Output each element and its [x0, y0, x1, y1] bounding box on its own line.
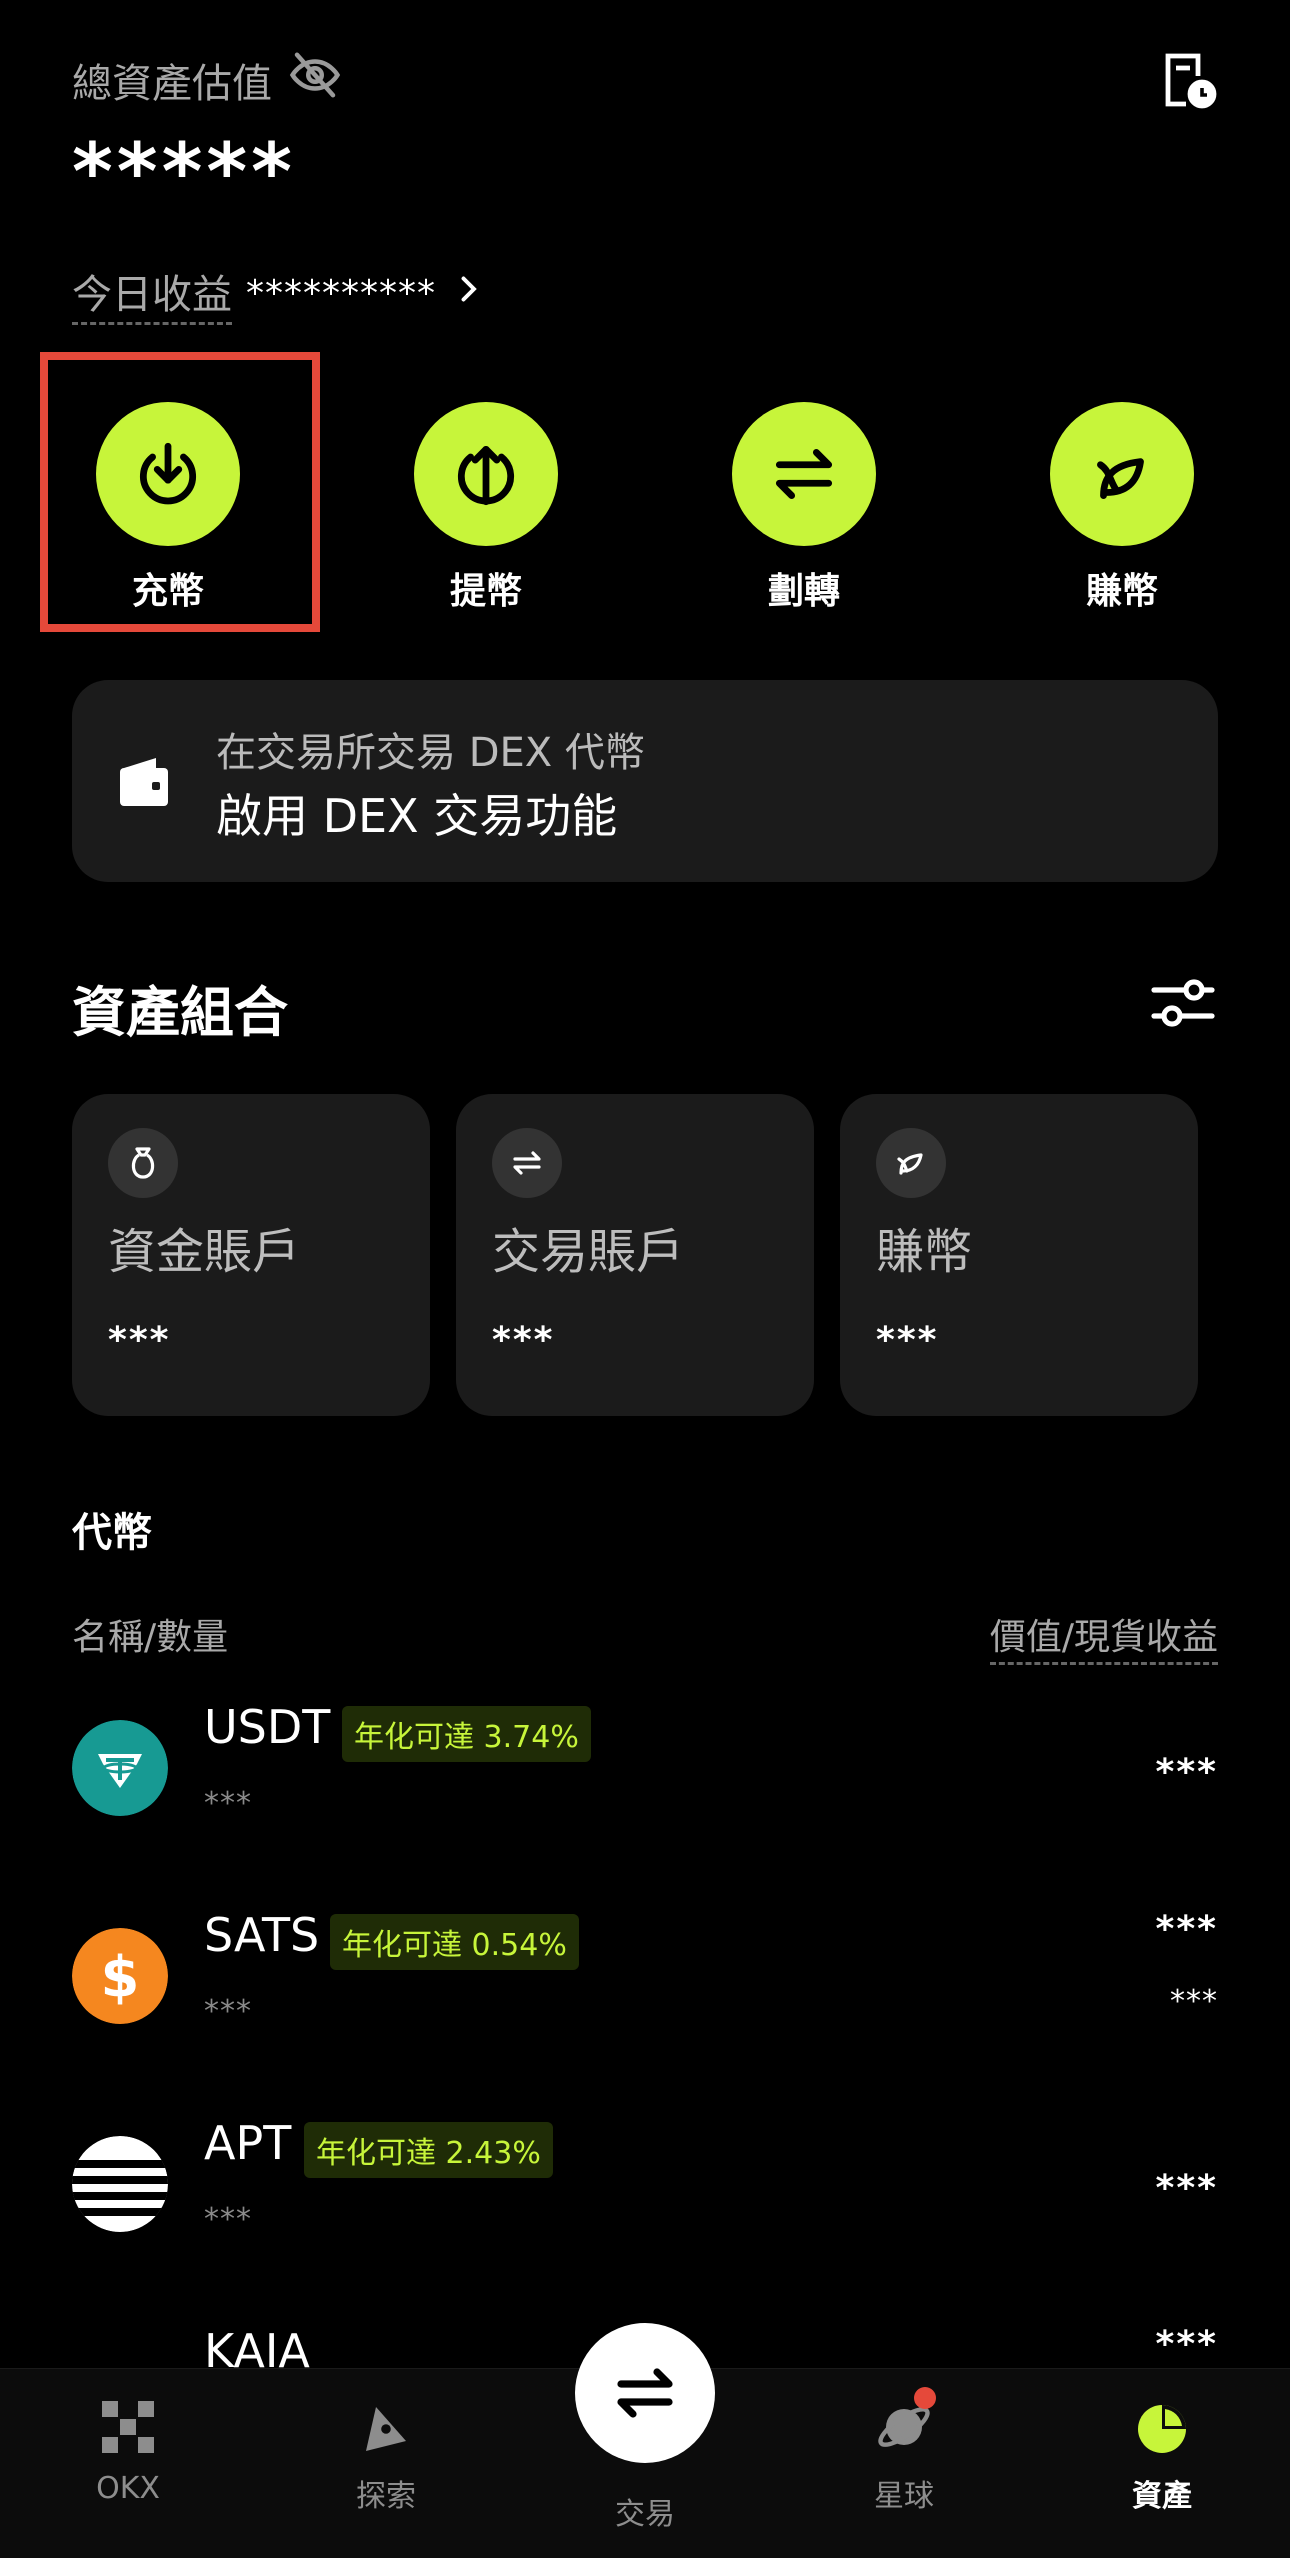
token-value: ***: [1155, 1909, 1218, 1950]
withdraw-button[interactable]: 提幣: [386, 402, 586, 614]
leaf-icon: [876, 1128, 946, 1198]
transfer-icon: [732, 402, 876, 546]
nav-label: OKX: [96, 2471, 160, 2506]
nav-explore[interactable]: 探索: [306, 2397, 466, 2515]
today-pnl-value: **********: [246, 273, 436, 314]
account-value: ***: [876, 1320, 939, 1361]
portfolio-title: 資產組合: [72, 981, 288, 1044]
token-quantity: ***: [204, 2202, 252, 2237]
wallet-icon: [116, 754, 172, 810]
earn-label: 賺幣: [1085, 571, 1158, 612]
token-value: ***: [1155, 2324, 1218, 2365]
earn-icon: [1050, 402, 1194, 546]
token-row-apt[interactable]: APT 年化可達 2.43% *** ***: [72, 2116, 1218, 2286]
account-name: 賺幣: [876, 1224, 973, 1280]
earn-button[interactable]: 賺幣: [1022, 402, 1222, 614]
token-symbol: USDT: [204, 1700, 331, 1754]
trade-swap-icon: [617, 2368, 673, 2418]
token-row-sats[interactable]: $ SATS 年化可達 0.54% *** *** ***: [72, 1908, 1218, 2078]
account-value: ***: [108, 1320, 171, 1361]
sliders-icon[interactable]: [1150, 974, 1216, 1032]
highlight-box: [40, 352, 320, 632]
nav-assets[interactable]: 資產: [1082, 2397, 1242, 2515]
dex-banner-subtitle: 在交易所交易 DEX 代幣: [216, 730, 645, 776]
token-symbol: APT: [204, 2116, 292, 2170]
nav-label: 星球: [874, 2479, 934, 2514]
pie-chart-icon: [1138, 2405, 1186, 2453]
apy-badge: 年化可達 0.54%: [330, 1914, 579, 1970]
total-assets-label: 總資產估值: [72, 61, 272, 107]
usdt-logo-icon: [72, 1720, 168, 1816]
history-icon[interactable]: [1158, 48, 1218, 112]
okx-logo-icon: [102, 2401, 154, 2453]
account-value: ***: [492, 1320, 555, 1361]
transfer-label: 劃轉: [767, 571, 840, 612]
token-symbol: KAIA: [204, 2324, 310, 2368]
apy-badge: 年化可達 3.74%: [342, 1706, 591, 1762]
token-value: ***: [1155, 2168, 1218, 2209]
account-name: 交易賬戶: [492, 1224, 685, 1280]
compass-icon: [366, 2407, 406, 2451]
svg-text:$: $: [101, 1945, 140, 2010]
dex-banner[interactable]: 在交易所交易 DEX 代幣 啟用 DEX 交易功能: [72, 680, 1218, 882]
total-assets-value: *****: [72, 128, 296, 218]
token-symbol: SATS: [204, 1908, 320, 1962]
sats-logo-icon: $: [72, 1928, 168, 2024]
token-quantity: ***: [204, 1786, 252, 1821]
token-pnl: ***: [1170, 1984, 1218, 2019]
apy-badge: 年化可達 2.43%: [304, 2122, 553, 2178]
token-row-usdt[interactable]: USDT 年化可達 3.74% *** ***: [72, 1700, 1218, 1870]
transfer-button[interactable]: 劃轉: [704, 402, 904, 614]
total-assets-label-row: 總資產估值: [72, 48, 342, 112]
nav-trade-label[interactable]: 交易: [565, 2489, 725, 2533]
today-pnl-row[interactable]: 今日收益 **********: [72, 262, 486, 325]
tokens-title: 代幣: [72, 1510, 152, 1556]
today-pnl-label: 今日收益: [72, 262, 232, 325]
funding-account-card[interactable]: 資金賬戶 ***: [72, 1094, 430, 1416]
withdraw-label: 提幣: [449, 571, 522, 612]
trading-account-card[interactable]: 交易賬戶 ***: [456, 1094, 814, 1416]
column-header-value-pnl[interactable]: 價值/現貨收益: [989, 1608, 1218, 1665]
swap-icon: [492, 1128, 562, 1198]
token-quantity: ***: [204, 1994, 252, 2029]
account-name: 資金賬戶: [108, 1224, 301, 1280]
chevron-right-icon: [450, 271, 486, 317]
notification-dot: [914, 2387, 936, 2409]
nav-label: 探索: [356, 2479, 416, 2514]
bottom-nav: OKX 探索 交易 星球 資產: [0, 2323, 1290, 2558]
eye-off-icon[interactable]: [288, 48, 342, 112]
earn-account-card[interactable]: 賺幣 ***: [840, 1094, 1198, 1416]
funding-bag-icon: [108, 1128, 178, 1198]
token-value: ***: [1155, 1752, 1218, 1793]
nav-label: 資產: [1132, 2479, 1192, 2514]
dex-banner-title: 啟用 DEX 交易功能: [216, 789, 618, 843]
apt-logo-icon: [72, 2136, 168, 2232]
nav-planet[interactable]: 星球: [824, 2397, 984, 2515]
nav-okx[interactable]: OKX: [48, 2397, 208, 2506]
withdraw-icon: [414, 402, 558, 546]
nav-trade-button[interactable]: [575, 2323, 715, 2463]
column-header-name-qty: 名稱/數量: [72, 1617, 229, 1658]
